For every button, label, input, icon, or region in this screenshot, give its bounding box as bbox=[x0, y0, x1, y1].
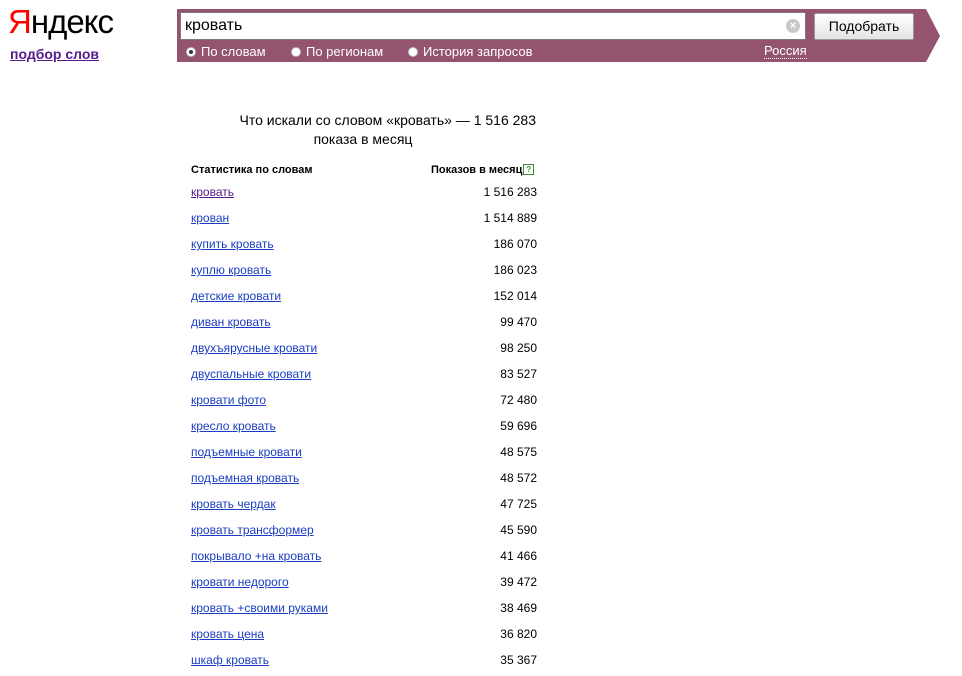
impressions-count: 72 480 bbox=[500, 393, 537, 407]
keyword-link[interactable]: шкаф кровать bbox=[191, 653, 269, 667]
search-box[interactable]: × bbox=[180, 12, 806, 40]
impressions-count: 99 470 bbox=[500, 315, 537, 329]
keyword-link[interactable]: кровать bbox=[191, 185, 234, 199]
keyword-link[interactable]: подъемные кровати bbox=[191, 445, 302, 459]
table-row: кровать чердак 47 725 bbox=[191, 494, 537, 520]
radio-icon[interactable] bbox=[291, 46, 301, 57]
keyword-link[interactable]: кровать чердак bbox=[191, 497, 276, 511]
region-link[interactable]: Россия bbox=[764, 44, 807, 59]
impressions-count: 47 725 bbox=[500, 497, 537, 511]
table-row: кровати фото 72 480 bbox=[191, 390, 537, 416]
impressions-count: 98 250 bbox=[500, 341, 537, 355]
summary-headline: Что искали со словом «кровать» — 1 516 2… bbox=[190, 111, 536, 149]
impressions-count: 45 590 bbox=[500, 523, 537, 537]
table-row: крован 1 514 889 bbox=[191, 208, 537, 234]
table-row: кровать 1 516 283 bbox=[191, 182, 537, 208]
impressions-count: 35 367 bbox=[500, 653, 537, 667]
impressions-count: 38 469 bbox=[500, 601, 537, 615]
table-row: кресло кровать 59 696 bbox=[191, 416, 537, 442]
keyword-link[interactable]: куплю кровать bbox=[191, 263, 271, 277]
table-row: кровать трансформер 45 590 bbox=[191, 520, 537, 546]
tab-label: По регионам bbox=[306, 44, 384, 59]
table-row: куплю кровать 186 023 bbox=[191, 260, 537, 286]
impressions-count: 41 466 bbox=[500, 549, 537, 563]
keyword-link[interactable]: покрывало +на кровать bbox=[191, 549, 321, 563]
table-row: двухъярусные кровати 98 250 bbox=[191, 338, 537, 364]
help-icon[interactable]: ? bbox=[523, 164, 535, 175]
logo-first-letter: Я bbox=[8, 3, 32, 40]
impressions-count: 186 070 bbox=[493, 237, 537, 251]
yandex-logo[interactable]: Яндекс bbox=[8, 2, 114, 42]
table-row: шкаф кровать 35 367 bbox=[191, 650, 537, 676]
tab-by-regions[interactable]: По регионам bbox=[291, 44, 383, 59]
impressions-count: 1 516 283 bbox=[483, 185, 537, 199]
radio-icon[interactable] bbox=[408, 46, 418, 57]
impressions-count: 186 023 bbox=[493, 263, 537, 277]
table-row: кровать +своими руками 38 469 bbox=[191, 598, 537, 624]
column-header-count: Показов в месяц? bbox=[431, 164, 535, 176]
keyword-link[interactable]: кровать цена bbox=[191, 627, 264, 641]
keyword-link[interactable]: кровати недорого bbox=[191, 575, 289, 589]
impressions-count: 39 472 bbox=[500, 575, 537, 589]
keyword-link[interactable]: подъемная кровать bbox=[191, 471, 299, 485]
clear-icon[interactable]: × bbox=[786, 19, 800, 33]
impressions-count: 83 527 bbox=[500, 367, 537, 381]
logo-rest: ндекс bbox=[30, 3, 114, 40]
table-row: подъемные кровати 48 575 bbox=[191, 442, 537, 468]
table-row: кровать цена 36 820 bbox=[191, 624, 537, 650]
table-row: покрывало +на кровать 41 466 bbox=[191, 546, 537, 572]
impressions-count: 152 014 bbox=[493, 289, 537, 303]
radio-icon[interactable] bbox=[186, 46, 196, 57]
table-row: подъемная кровать 48 572 bbox=[191, 468, 537, 494]
tab-label: История запросов bbox=[423, 44, 533, 59]
search-bar-arrow bbox=[926, 9, 940, 62]
keyword-link[interactable]: купить кровать bbox=[191, 237, 274, 251]
table-row: детские кровати 152 014 bbox=[191, 286, 537, 312]
keyword-link[interactable]: двуспальные кровати bbox=[191, 367, 311, 381]
summary-line-2: показа в месяц bbox=[313, 131, 413, 147]
keyword-link[interactable]: кровать трансформер bbox=[191, 523, 314, 537]
impressions-count: 36 820 bbox=[500, 627, 537, 641]
table-row: кровати недорого 39 472 bbox=[191, 572, 537, 598]
service-link[interactable]: подбор слов bbox=[10, 46, 99, 62]
keyword-table: кровать 1 516 283 крован 1 514 889 купить кр… bbox=[191, 182, 537, 676]
keyword-link[interactable]: кровать +своими руками bbox=[191, 601, 328, 615]
summary-line-1: Что искали со словом «кровать» — 1 516 2… bbox=[239, 112, 536, 128]
keyword-link[interactable]: крован bbox=[191, 211, 229, 225]
impressions-count: 59 696 bbox=[500, 419, 537, 433]
impressions-count: 48 575 bbox=[500, 445, 537, 459]
column-header-keyword: Статистика по словам bbox=[191, 164, 313, 176]
tab-by-words[interactable]: По словам bbox=[186, 44, 266, 59]
submit-button[interactable]: Подобрать bbox=[814, 13, 914, 40]
keyword-link[interactable]: кровати фото bbox=[191, 393, 266, 407]
table-row: двуспальные кровати 83 527 bbox=[191, 364, 537, 390]
tab-label: По словам bbox=[201, 44, 266, 59]
keyword-link[interactable]: кресло кровать bbox=[191, 419, 276, 433]
keyword-link[interactable]: диван кровать bbox=[191, 315, 271, 329]
keyword-link[interactable]: двухъярусные кровати bbox=[191, 341, 317, 355]
table-row: диван кровать 99 470 bbox=[191, 312, 537, 338]
impressions-count: 1 514 889 bbox=[483, 211, 537, 225]
search-input[interactable] bbox=[185, 15, 775, 37]
keyword-link[interactable]: детские кровати bbox=[191, 289, 281, 303]
table-row: купить кровать 186 070 bbox=[191, 234, 537, 260]
impressions-count: 48 572 bbox=[500, 471, 537, 485]
tab-history[interactable]: История запросов bbox=[408, 44, 533, 59]
column-header-count-label: Показов в месяц bbox=[431, 164, 523, 176]
